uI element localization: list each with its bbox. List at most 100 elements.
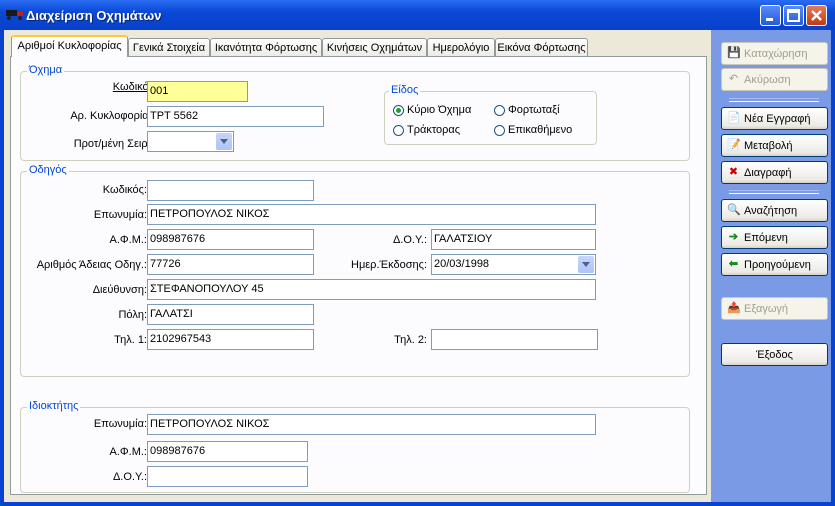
driver-group: Οδηγός Κωδικός: Επωνυμία: ΠΕΤΡΟΠΟΥΛΟΣ ΝΙ… bbox=[20, 164, 690, 377]
driver-issue-date-label: Ημερ.Έκδοσης: bbox=[351, 259, 427, 271]
exit-button[interactable]: Έξοδος bbox=[721, 343, 828, 366]
driver-doy-label: Δ.Ο.Υ.: bbox=[392, 234, 427, 246]
delete-document-icon: ✖ bbox=[728, 166, 739, 178]
driver-address-label: Διεύθυνση: bbox=[92, 284, 147, 296]
radio-main-vehicle-label: Κύριο Όχημα bbox=[407, 104, 472, 116]
close-icon bbox=[811, 10, 822, 21]
truck-icon bbox=[6, 10, 23, 20]
action-sidebar: 💾 Καταχώρηση ↶ Ακύρωση 📄 Νέα Εγγραφή 📝 Μ… bbox=[711, 30, 831, 502]
tab-load-image[interactable]: Εικόνα Φόρτωσης bbox=[495, 38, 588, 56]
driver-phone2-label: Τηλ. 2: bbox=[394, 334, 427, 346]
radio-pickup-label: Φορτωταξί bbox=[508, 104, 560, 116]
close-button[interactable] bbox=[806, 5, 827, 26]
new-record-button-label: Νέα Εγγραφή bbox=[744, 113, 811, 125]
vehicle-group: Όχημα Κωδικός: 001 Αρ. Κυκλοφορίας: ΤΡΤ … bbox=[20, 64, 690, 161]
tab-calendar[interactable]: Ημερολόγιο bbox=[427, 38, 495, 56]
driver-name-input[interactable]: ΠΕΤΡΟΠΟΥΛΟΣ ΝΙΚΟΣ bbox=[147, 204, 596, 225]
plate-input[interactable]: ΤΡΤ 5562 bbox=[147, 106, 324, 127]
owner-name-label: Επωνυμία: bbox=[93, 418, 147, 430]
previous-button[interactable]: ⬅ Προηγούμενη bbox=[721, 253, 828, 276]
tab-label: Ημερολόγιο bbox=[432, 42, 490, 54]
new-record-button[interactable]: 📄 Νέα Εγγραφή bbox=[721, 107, 828, 130]
driver-license-input[interactable]: 77726 bbox=[147, 254, 314, 275]
tab-load-capacity[interactable]: Ικανότητα Φόρτωσης bbox=[210, 38, 322, 56]
tab-panel: Όχημα Κωδικός: 001 Αρ. Κυκλοφορίας: ΤΡΤ … bbox=[10, 56, 707, 495]
previous-button-label: Προηγούμενη bbox=[744, 259, 811, 271]
window-title: Διαχείριση Οχημάτων bbox=[26, 8, 162, 23]
radio-main-vehicle[interactable] bbox=[393, 105, 404, 116]
save-button[interactable]: 💾 Καταχώρηση bbox=[721, 42, 828, 65]
edit-button-label: Μεταβολή bbox=[744, 140, 793, 152]
save-button-label: Καταχώρηση bbox=[744, 48, 808, 60]
owner-group: Ιδιοκτήτης Επωνυμία: ΠΕΤΡΟΠΟΥΛΟΣ ΝΙΚΟΣ Α… bbox=[20, 400, 690, 493]
tab-vehicle-movements[interactable]: Κινήσεις Οχημάτων bbox=[322, 38, 427, 56]
edit-button[interactable]: 📝 Μεταβολή bbox=[721, 134, 828, 157]
driver-phone2-input[interactable] bbox=[431, 329, 598, 350]
maximize-button[interactable] bbox=[783, 5, 804, 26]
arrow-left-icon: ⬅ bbox=[728, 258, 739, 270]
series-select[interactable] bbox=[147, 131, 234, 152]
series-label: Προτ/μένη Σειρά: bbox=[73, 138, 157, 150]
arrow-right-icon: ➔ bbox=[728, 231, 739, 243]
maximize-icon bbox=[787, 9, 800, 22]
app-window: Διαχείριση Οχημάτων Αριθμοί Κυκλοφορίας … bbox=[0, 0, 835, 506]
next-button[interactable]: ➔ Επόμενη bbox=[721, 226, 828, 249]
driver-city-label: Πόλη: bbox=[118, 309, 147, 321]
chevron-down-icon[interactable] bbox=[216, 133, 232, 150]
driver-doy-input[interactable]: ΓΑΛΑΤΣΙΟΥ bbox=[431, 229, 596, 250]
export-icon: 📤 bbox=[727, 302, 741, 314]
driver-afm-input[interactable]: 098987676 bbox=[147, 229, 314, 250]
floppy-disk-icon: 💾 bbox=[727, 47, 741, 59]
cancel-button-label: Ακύρωση bbox=[744, 74, 791, 86]
delete-button-label: Διαγραφή bbox=[744, 167, 792, 179]
cancel-button[interactable]: ↶ Ακύρωση bbox=[721, 68, 828, 91]
driver-group-label: Οδηγός bbox=[27, 164, 69, 176]
edit-document-icon: 📝 bbox=[727, 139, 741, 151]
owner-doy-label: Δ.Ο.Υ.: bbox=[112, 471, 147, 483]
undo-icon: ↶ bbox=[728, 73, 739, 85]
owner-group-label: Ιδιοκτήτης bbox=[27, 400, 81, 412]
tab-registration-numbers[interactable]: Αριθμοί Κυκλοφορίας bbox=[11, 35, 128, 57]
radio-tractor[interactable] bbox=[393, 125, 404, 136]
delete-button[interactable]: ✖ Διαγραφή bbox=[721, 161, 828, 184]
new-document-icon: 📄 bbox=[727, 112, 741, 124]
vehicle-type-label: Είδος bbox=[389, 84, 421, 96]
driver-address-input[interactable]: ΣΤΕΦΑΝΟΠΟΥΛΟΥ 45 bbox=[147, 279, 596, 300]
vehicle-group-label: Όχημα bbox=[27, 64, 65, 76]
minimize-button[interactable] bbox=[760, 5, 781, 26]
driver-afm-label: Α.Φ.Μ.: bbox=[109, 234, 147, 246]
search-button-label: Αναζήτηση bbox=[744, 205, 798, 217]
driver-code-label: Κωδικός: bbox=[102, 184, 147, 196]
radio-pickup[interactable] bbox=[494, 105, 505, 116]
vehicle-type-group: Είδος Κύριο Όχημα Φορτωταξί Τράκτορας Επ… bbox=[384, 84, 597, 145]
search-button[interactable]: 🔍 Αναζήτηση bbox=[721, 199, 828, 222]
exit-button-label: Έξοδος bbox=[756, 349, 793, 361]
vehicle-code-input[interactable]: 001 bbox=[147, 81, 248, 102]
driver-issue-date-value: 20/03/1998 bbox=[434, 258, 490, 270]
export-button[interactable]: 📤 Εξαγωγή bbox=[721, 297, 828, 320]
driver-phone1-input[interactable]: 2102967543 bbox=[147, 329, 314, 350]
driver-issue-date-picker[interactable]: 20/03/1998 bbox=[431, 254, 596, 275]
owner-doy-input[interactable] bbox=[147, 466, 308, 487]
sidebar-separator bbox=[729, 98, 819, 102]
chevron-down-icon[interactable] bbox=[578, 256, 594, 273]
owner-afm-input[interactable]: 098987676 bbox=[147, 441, 308, 462]
driver-city-input[interactable]: ΓΑΛΑΤΣΙ bbox=[147, 304, 314, 325]
driver-name-label: Επωνυμία: bbox=[93, 209, 147, 221]
owner-name-input[interactable]: ΠΕΤΡΟΠΟΥΛΟΣ ΝΙΚΟΣ bbox=[147, 414, 596, 435]
driver-code-input[interactable] bbox=[147, 180, 314, 201]
radio-semitrailer[interactable] bbox=[494, 125, 505, 136]
tab-label: Αριθμοί Κυκλοφορίας bbox=[17, 40, 122, 52]
client-area: Αριθμοί Κυκλοφορίας Γενικά Στοιχεία Ικαν… bbox=[4, 30, 831, 502]
plate-label: Αρ. Κυκλοφορίας: bbox=[70, 110, 157, 122]
next-button-label: Επόμενη bbox=[744, 232, 788, 244]
radio-tractor-label: Τράκτορας bbox=[407, 124, 461, 136]
tab-label: Γενικά Στοιχεία bbox=[132, 42, 206, 54]
tab-label: Ικανότητα Φόρτωσης bbox=[214, 42, 318, 54]
sidebar-separator bbox=[729, 190, 819, 194]
minimize-icon bbox=[766, 18, 773, 21]
owner-afm-label: Α.Φ.Μ.: bbox=[109, 446, 147, 458]
title-bar[interactable]: Διαχείριση Οχημάτων bbox=[0, 0, 835, 30]
tab-general-info[interactable]: Γενικά Στοιχεία bbox=[128, 38, 210, 56]
search-icon: 🔍 bbox=[727, 204, 741, 216]
